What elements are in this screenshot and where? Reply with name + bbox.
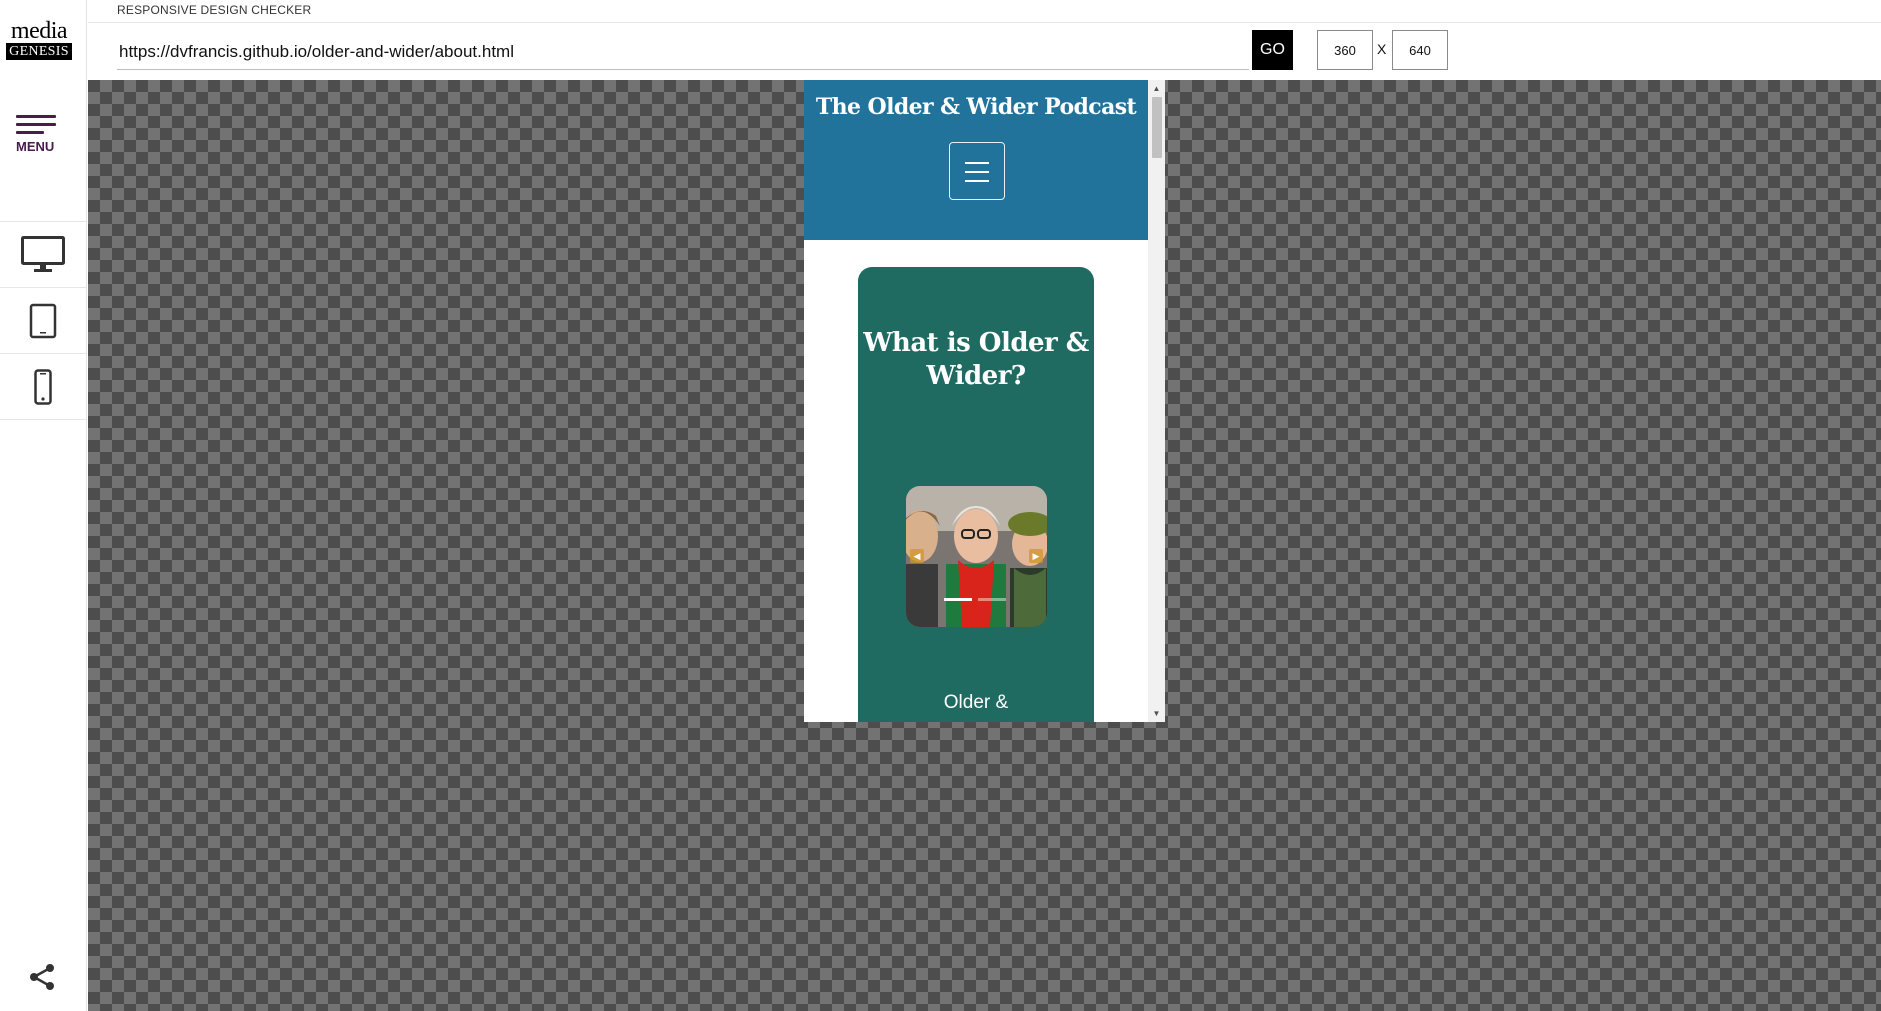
dimension-separator: X bbox=[1377, 41, 1387, 57]
hamburger-icon-bar bbox=[16, 131, 44, 134]
media-genesis-logo[interactable]: media GENESIS bbox=[6, 18, 72, 60]
carousel-indicators bbox=[944, 598, 1008, 601]
url-input[interactable] bbox=[117, 34, 1249, 70]
device-tablet-button[interactable] bbox=[0, 288, 86, 354]
smartphone-icon bbox=[34, 368, 52, 405]
carousel-prev-button[interactable]: ◀ bbox=[910, 549, 924, 563]
card-body-text: Older & bbox=[943, 692, 1009, 713]
share-icon bbox=[30, 964, 54, 990]
width-input[interactable] bbox=[1317, 30, 1373, 70]
hosts-photo-image bbox=[906, 486, 1047, 627]
go-button[interactable]: GO bbox=[1252, 30, 1293, 70]
scroll-up-arrow-icon[interactable]: ▲ bbox=[1148, 80, 1165, 97]
menu-label: MENU bbox=[16, 139, 55, 154]
logo-text-bottom: GENESIS bbox=[6, 43, 72, 60]
site-header: The Older & Wider Podcast bbox=[804, 80, 1148, 240]
sidebar: media GENESIS MENU bbox=[0, 0, 87, 1011]
top-divider bbox=[88, 22, 1881, 23]
app-title: RESPONSIVE DESIGN CHECKER bbox=[117, 3, 312, 17]
scroll-down-arrow-icon[interactable]: ▼ bbox=[1148, 705, 1165, 722]
chevron-right-icon: ▶ bbox=[1032, 551, 1040, 561]
device-preview-frame[interactable]: The Older & Wider Podcast What is Older … bbox=[804, 80, 1165, 722]
carousel-next-button[interactable]: ▶ bbox=[1029, 549, 1043, 563]
hamburger-icon-bar bbox=[965, 180, 989, 182]
about-card: What is Older & Wider? ◀ ▶ Older & bbox=[858, 267, 1094, 722]
desktop-monitor-icon bbox=[21, 235, 65, 272]
site-title[interactable]: The Older & Wider Podcast bbox=[804, 94, 1148, 120]
logo-text-top: media bbox=[10, 18, 68, 44]
carousel-indicator-2[interactable] bbox=[978, 598, 1006, 601]
hamburger-icon-bar bbox=[16, 123, 56, 126]
site-nav-toggle-button[interactable] bbox=[949, 142, 1005, 200]
chevron-left-icon: ◀ bbox=[913, 551, 921, 561]
preview-scrollbar[interactable]: ▲ ▼ bbox=[1148, 80, 1165, 722]
device-selector bbox=[0, 221, 86, 420]
scrollbar-thumb[interactable] bbox=[1152, 97, 1162, 158]
device-desktop-button[interactable] bbox=[0, 222, 86, 288]
height-input[interactable] bbox=[1392, 30, 1448, 70]
card-heading: What is Older & Wider? bbox=[863, 328, 1089, 391]
share-button[interactable] bbox=[28, 962, 58, 992]
carousel-photo: ◀ ▶ bbox=[906, 486, 1047, 627]
menu-button[interactable]: MENU bbox=[12, 115, 60, 171]
hamburger-icon bbox=[16, 115, 56, 118]
hamburger-icon bbox=[965, 162, 989, 164]
carousel-indicator-1[interactable] bbox=[944, 598, 972, 601]
hamburger-icon-bar bbox=[965, 171, 989, 173]
device-mobile-button[interactable] bbox=[0, 354, 86, 420]
tablet-icon bbox=[29, 303, 57, 338]
